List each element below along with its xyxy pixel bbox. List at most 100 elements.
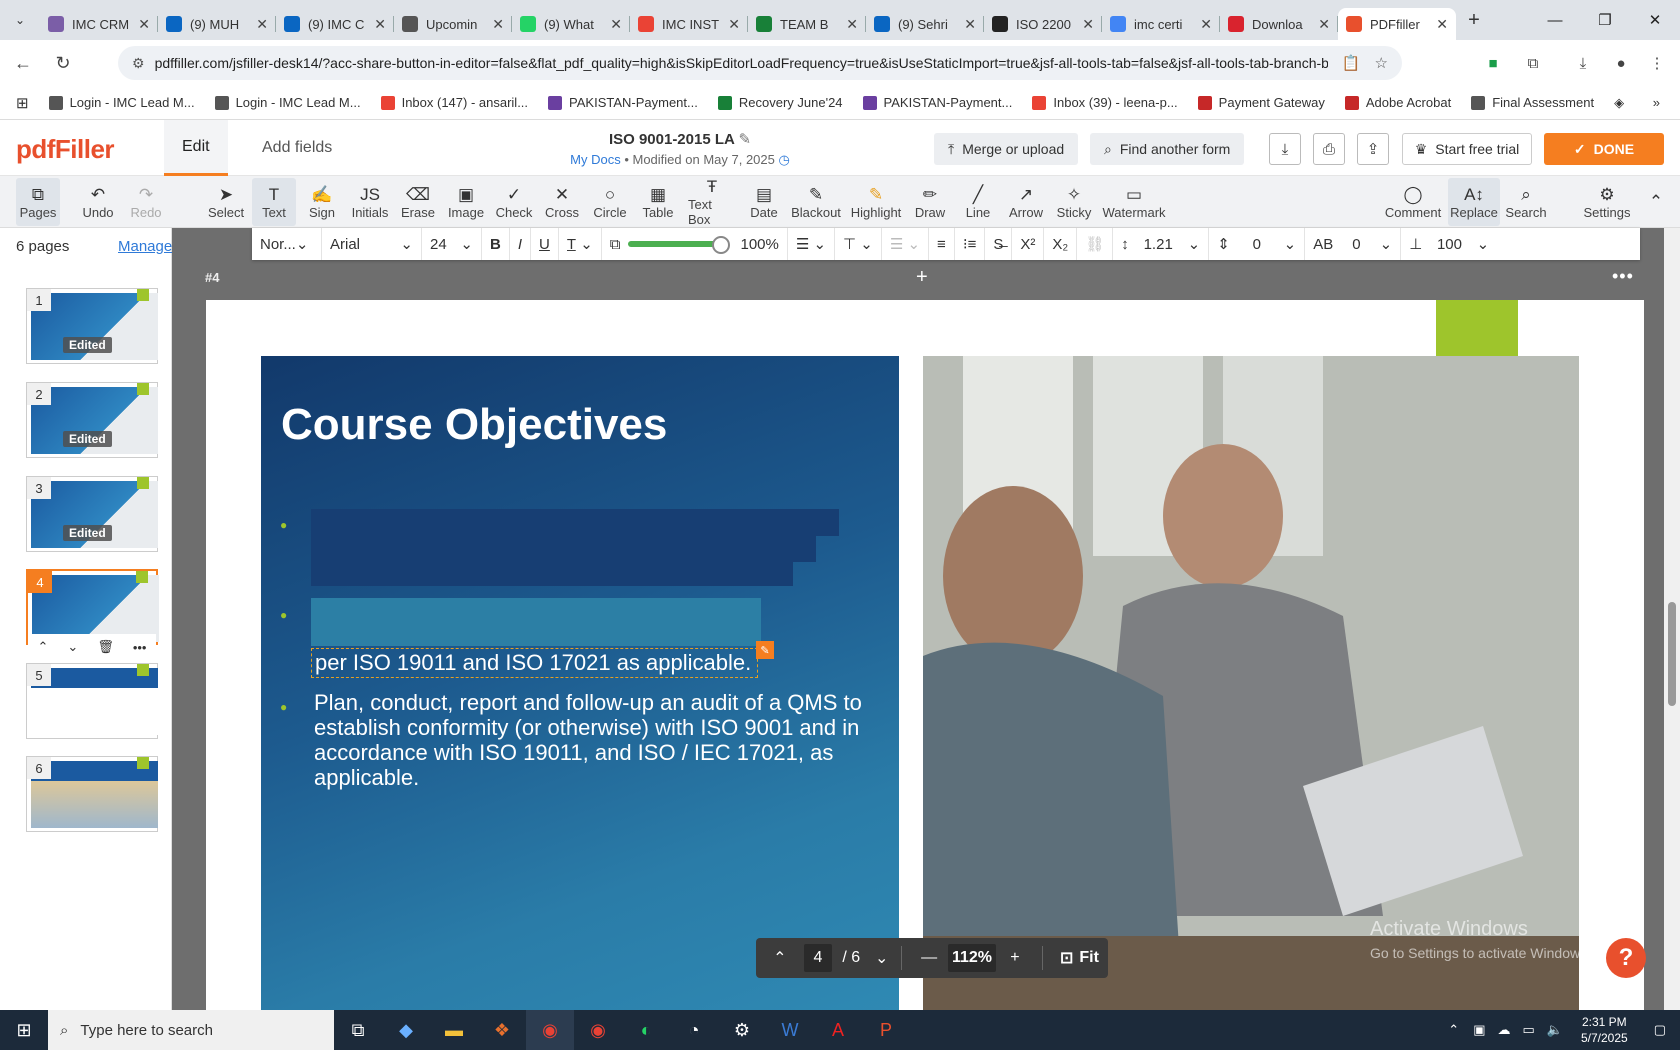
browser-tab[interactable]: TEAM B ✕ <box>748 8 866 40</box>
manage-pages-link[interactable]: Manage <box>118 238 172 255</box>
text-scale-select[interactable]: ⊥ 100 ⌄ <box>1401 228 1497 260</box>
print-icon[interactable]: ⎙ <box>1313 133 1345 165</box>
close-tab-icon[interactable]: ✕ <box>964 16 976 33</box>
profile-avatar[interactable]: ● <box>1606 48 1636 78</box>
paragraph-spacing-select[interactable]: ⇕ 0 ⌄ <box>1209 228 1306 260</box>
tool-search[interactable]: ⌕ Search <box>1502 178 1550 226</box>
document-title[interactable]: ISO 9001-2015 LA ✎ <box>520 130 840 148</box>
clipboard-icon[interactable]: 📋 <box>1342 54 1361 72</box>
taskbar-search-input[interactable]: ⌕ Type here to search <box>48 1010 334 1050</box>
bookmark-item[interactable]: PAKISTAN-Payment... <box>548 95 698 110</box>
close-tab-icon[interactable]: ✕ <box>492 16 504 33</box>
vertical-align-icon[interactable]: ⊤ ⌄ <box>835 228 882 260</box>
word-icon[interactable]: W <box>766 1010 814 1050</box>
tool-arrow[interactable]: ↗ Arrow <box>1004 178 1048 226</box>
tool-textbox[interactable]: Ŧ Text Box <box>684 177 740 227</box>
page-thumbnail[interactable]: 5 <box>26 663 158 739</box>
page-options-icon[interactable]: ••• <box>1612 266 1634 287</box>
numbered-list-icon[interactable]: ≡ <box>929 228 955 260</box>
close-tab-icon[interactable]: ✕ <box>846 16 858 33</box>
close-tab-icon[interactable]: ✕ <box>1436 16 1448 33</box>
align-left-icon[interactable]: ☰ ⌄ <box>788 228 836 260</box>
tool-settings[interactable]: ⚙ Settings <box>1578 178 1636 226</box>
more-bookmarks-icon[interactable]: » <box>1653 95 1660 110</box>
current-page-input[interactable]: 4 <box>803 944 833 972</box>
notifications-icon[interactable]: ▢ <box>1654 1022 1666 1038</box>
start-free-trial-button[interactable]: ♛ Start free trial <box>1402 133 1532 165</box>
zoom-out-icon[interactable]: — <box>910 949 948 967</box>
pdffiller-logo[interactable]: pdfFiller <box>16 134 115 165</box>
erased-text-block[interactable] <box>311 562 793 586</box>
new-tab-button[interactable]: + <box>1456 9 1492 32</box>
bold-icon[interactable]: B <box>482 228 510 260</box>
bookmark-item[interactable]: Login - IMC Lead M... <box>214 95 361 110</box>
extension-icon[interactable]: ■ <box>1478 48 1508 78</box>
extensions-puzzle-icon[interactable]: ⧉ <box>1518 48 1548 78</box>
tool-line[interactable]: ╱ Line <box>956 178 1000 226</box>
bookmark-star-icon[interactable]: ☆ <box>1375 54 1388 72</box>
browser-tab[interactable]: IMC CRM ✕ <box>40 8 158 40</box>
tool-undo[interactable]: ↶ Undo <box>76 178 120 226</box>
browser-tab[interactable]: (9) Sehri ✕ <box>866 8 984 40</box>
edit-pencil-icon[interactable]: ✎ <box>756 641 774 659</box>
bookmark-item[interactable]: PAKISTAN-Payment... <box>862 95 1012 110</box>
tool-blackout[interactable]: ✎ Blackout <box>788 178 844 226</box>
bookmark-item[interactable]: Payment Gateway <box>1197 95 1325 110</box>
bookmark-item[interactable]: Inbox (147) - ansaril... <box>380 95 528 110</box>
browser-tab[interactable]: IMC INST ✕ <box>630 8 748 40</box>
tool-redo[interactable]: ↷ Redo <box>124 178 168 226</box>
opacity-control[interactable]: ⧉ 100% <box>602 228 788 260</box>
tool-date[interactable]: ▤ Date <box>742 178 786 226</box>
char-spacing-select[interactable]: AB 0 ⌄ <box>1305 228 1402 260</box>
close-tab-icon[interactable]: ✕ <box>1082 16 1094 33</box>
page-thumbnail[interactable]: 6 <box>26 756 158 832</box>
share-doc-icon[interactable]: ⇪ <box>1357 133 1389 165</box>
browser-tab[interactable]: (9) What ✕ <box>512 8 630 40</box>
bulleted-list-icon[interactable]: ⁝≡ <box>955 228 986 260</box>
browser-tab[interactable]: Upcomin ✕ <box>394 8 512 40</box>
edited-text-field[interactable]: per ISO 19011 and ISO 17021 as applicabl… <box>311 648 758 678</box>
help-button[interactable]: ? <box>1606 938 1646 978</box>
my-docs-link[interactable]: My Docs <box>570 152 621 167</box>
page-thumbnail[interactable]: 3 Edited <box>26 476 158 552</box>
tool-initials[interactable]: JS Initials <box>348 178 392 226</box>
page-thumbnail[interactable]: 1 Edited <box>26 288 158 364</box>
merge-upload-button[interactable]: ⤒ Merge or upload <box>934 133 1079 165</box>
paragraph-style-select[interactable]: Nor... ⌄ <box>252 228 322 260</box>
line-height-select[interactable]: ↕ 1.21 ⌄ <box>1113 228 1210 260</box>
chrome-profile-icon[interactable]: ◉ <box>574 1010 622 1050</box>
browser-menu-icon[interactable]: ⋮ <box>1642 48 1672 78</box>
tool-circle[interactable]: ○ Circle <box>588 178 632 226</box>
link-icon[interactable]: ⛓ <box>1077 228 1114 260</box>
camera-icon[interactable]: ▣ <box>1473 1022 1485 1038</box>
next-page-icon[interactable]: ⌄ <box>870 948 893 968</box>
subscript-icon[interactable]: X₂ <box>1044 228 1078 260</box>
tool-image[interactable]: ▣ Image <box>444 178 488 226</box>
powerpoint-icon[interactable]: P <box>862 1010 910 1050</box>
tool-text[interactable]: T Text <box>252 178 296 226</box>
tool-erase[interactable]: ⌫ Erase <box>396 178 440 226</box>
fit-button[interactable]: ⊡ Fit <box>1051 948 1108 968</box>
scroll-thumb[interactable] <box>1668 602 1676 706</box>
erased-text-block[interactable] <box>311 509 839 536</box>
font-family-select[interactable]: Arial ⌄ <box>322 228 422 260</box>
tab-add-fields[interactable]: Add fields <box>244 120 350 176</box>
italic-icon[interactable]: I <box>510 228 532 260</box>
tool-sign[interactable]: ✍ Sign <box>300 178 344 226</box>
done-button[interactable]: ✓ DONE <box>1544 133 1664 165</box>
indent-icon[interactable]: ☰ ⌄ <box>882 228 930 260</box>
bookmark-item[interactable]: Adobe Acrobat <box>1344 95 1451 110</box>
tool-cross[interactable]: ✕ Cross <box>540 178 584 226</box>
zoom-level[interactable]: 112% <box>948 944 996 972</box>
zoom-in-icon[interactable]: + <box>996 949 1034 967</box>
bookmark-item[interactable]: Login - IMC Lead M... <box>48 95 195 110</box>
close-tab-icon[interactable]: ✕ <box>1200 16 1212 33</box>
clock-app-icon[interactable]: ◔ <box>670 1010 718 1050</box>
insert-page-icon[interactable]: + <box>916 266 928 289</box>
tool-replace[interactable]: A↕ Replace <box>1448 178 1500 226</box>
browser-tab[interactable]: PDFfiller ✕ <box>1338 8 1456 40</box>
tab-search-icon[interactable]: ⌄ <box>0 13 40 27</box>
page-more-icon[interactable]: ••• <box>133 640 147 655</box>
history-icon[interactable]: ◷ <box>779 152 790 167</box>
strikethrough-icon[interactable]: S̶ <box>985 228 1013 260</box>
